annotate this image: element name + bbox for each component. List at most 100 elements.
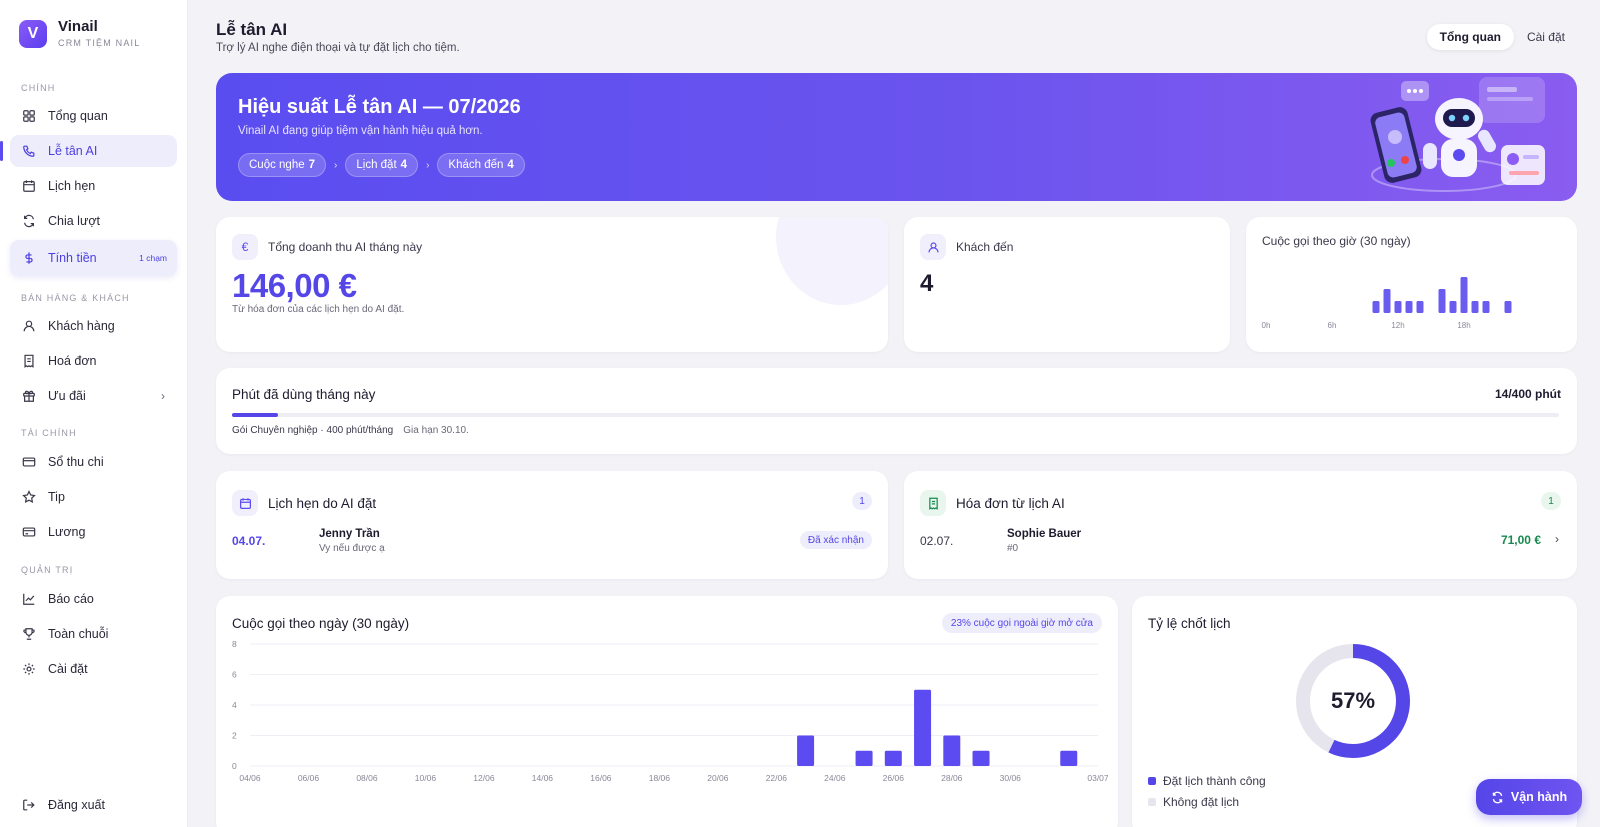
tab-overview[interactable]: Tổng quan <box>1426 24 1514 50</box>
x-tick-label: 18/06 <box>649 773 671 783</box>
sidebar-item-label: Sổ thu chi <box>48 455 104 469</box>
status-badge: Đã xác nhận <box>799 531 872 549</box>
stat-value: 7 <box>308 159 316 171</box>
phone-icon <box>22 144 36 158</box>
tab-settings[interactable]: Cài đặt <box>1514 24 1578 50</box>
operate-label: Vận hành <box>1510 790 1568 804</box>
daily-calls-card: Cuộc gọi theo ngày (30 ngày) 23% cuộc gọ… <box>216 596 1118 827</box>
sidebar-item-label: Ưu đãi <box>48 389 86 403</box>
chart-line-icon <box>22 592 36 606</box>
stat-chip-bookings: Lịch đặt 4 <box>345 153 419 177</box>
chevron-right-icon[interactable]: › <box>1555 532 1559 546</box>
vinail-logo-icon: V <box>19 19 47 48</box>
x-tick-label: 28/06 <box>941 773 963 783</box>
sidebar-item-appointments[interactable]: Lịch hẹn <box>10 170 177 202</box>
sidebar-item-chain[interactable]: Toàn chuỗi <box>10 618 177 650</box>
revenue-value: 146,00 € <box>232 267 357 304</box>
hourly-bar <box>1449 301 1457 313</box>
hourly-bar <box>1394 301 1402 313</box>
sidebar-item-ledger[interactable]: Sổ thu chi <box>10 446 177 478</box>
after-hours-badge: 23% cuộc gọi ngoài giờ mở cửa <box>941 613 1102 633</box>
sidebar-item-ai-receptionist[interactable]: Lễ tân AI <box>0 135 177 167</box>
section-label-sales: BÁN HÀNG & KHÁCH <box>21 293 130 303</box>
stat-value: 4 <box>507 159 514 171</box>
brand[interactable]: V Vinail CRM TIỆM NAIL <box>19 18 140 49</box>
hourly-tick-label: 6h <box>1328 321 1337 330</box>
hourly-bar <box>1471 301 1479 313</box>
sidebar-item-overview[interactable]: Tổng quan <box>10 100 177 132</box>
x-tick-label: 10/06 <box>415 773 437 783</box>
x-tick-label: 22/06 <box>766 773 788 783</box>
sidebar-item-checkout[interactable]: Tính tiền 1 chạm <box>10 240 177 276</box>
user-icon <box>920 234 946 260</box>
logout-label: Đăng xuất <box>48 798 105 812</box>
daily-bar <box>797 735 815 766</box>
daily-bar <box>914 689 932 766</box>
receipt-icon <box>22 354 36 368</box>
refresh-icon <box>22 214 36 228</box>
user-icon <box>22 319 36 333</box>
stat-chip-calls: Cuộc nghe 7 <box>238 153 327 177</box>
logout-button[interactable]: Đăng xuất <box>10 789 177 821</box>
invoice-customer: Sophie Bauer <box>1007 528 1082 540</box>
revenue-card: € Tổng doanh thu AI tháng này 146,00 € T… <box>216 217 888 352</box>
ai-invoices-card: Hóa đơn từ lịch AI 1 02.07. Sophie Bauer… <box>904 471 1577 579</box>
minutes-title: Phút đã dùng tháng này <box>232 387 376 402</box>
x-tick-label: 12/06 <box>473 773 495 783</box>
wallet-icon <box>22 455 36 469</box>
x-tick-label: 04/06 <box>239 773 261 783</box>
calendar-icon <box>232 490 258 516</box>
sidebar-item-label: Tính tiền <box>48 251 97 265</box>
stat-label: Khách đến <box>448 159 504 171</box>
one-tap-badge: 1 chạm <box>139 253 167 263</box>
sidebar-item-turns[interactable]: Chia lượt <box>10 205 177 237</box>
sidebar-item-invoices[interactable]: Hoá đơn <box>10 345 177 377</box>
sidebar-item-label: Hoá đơn <box>48 354 97 368</box>
hourly-calls-title: Cuộc gọi theo giờ (30 ngày) <box>1262 234 1411 248</box>
sidebar-item-reports[interactable]: Báo cáo <box>10 583 177 615</box>
sidebar-item-tip[interactable]: Tip <box>10 481 177 513</box>
hourly-bar <box>1438 289 1446 313</box>
invoices-count-badge: 1 <box>1541 492 1561 510</box>
hourly-bar <box>1482 301 1490 313</box>
daily-calls-title: Cuộc gọi theo ngày (30 ngày) <box>232 616 410 631</box>
section-label-finance: TÀI CHÍNH <box>21 428 77 438</box>
sidebar-item-promotions[interactable]: Ưu đãi › <box>10 380 177 412</box>
appointment-date: 04.07. <box>232 534 266 548</box>
invoice-number: #0 <box>1007 543 1019 554</box>
stat-label: Cuộc nghe <box>249 159 305 171</box>
sidebar-item-payroll[interactable]: Lương <box>10 516 177 548</box>
operate-button[interactable]: Vận hành <box>1476 779 1582 815</box>
legend-label: Đặt lịch thành công <box>1163 774 1266 788</box>
invoice-date: 02.07. <box>920 534 954 548</box>
appointment-customer: Jenny Trần <box>319 528 380 540</box>
plan-name: Gói Chuyên nghiệp · 400 phút/tháng <box>232 425 394 436</box>
chevron-right-icon: › <box>161 389 165 403</box>
legend-item-booked: Đặt lịch thành công <box>1148 774 1266 788</box>
daily-bar <box>855 750 873 766</box>
decorative-circle <box>776 217 888 305</box>
sidebar-item-label: Báo cáo <box>48 592 94 606</box>
hourly-tick-label: 12h <box>1391 321 1404 330</box>
hourly-calls-card: Cuộc gọi theo giờ (30 ngày) 0h 6h 12h 18h <box>1246 217 1577 352</box>
sidebar-item-label: Chia lượt <box>48 214 100 228</box>
daily-bar <box>884 750 902 766</box>
daily-calls-chart: 0 2 4 6 8 04/06 06/06 08/06 10/06 12/06 14/06 16/06… <box>232 640 1108 783</box>
view-tabs: Tổng quan Cài đặt <box>1426 24 1578 50</box>
sidebar-item-settings[interactable]: Cài đặt <box>10 653 177 685</box>
minutes-progress-bar <box>232 413 1559 417</box>
robot-illustration-icon <box>1370 77 1545 192</box>
sidebar-item-label: Lễ tân AI <box>48 144 98 158</box>
grid-icon <box>22 109 36 123</box>
sidebar-item-label: Cài đặt <box>48 662 88 676</box>
invoices-title: Hóa đơn từ lịch AI <box>956 495 1065 511</box>
euro-icon: € <box>232 234 258 260</box>
y-tick-label: 6 <box>232 670 237 680</box>
x-tick-label: 20/06 <box>707 773 729 783</box>
stat-label: Lịch đặt <box>356 159 397 171</box>
legend-swatch <box>1148 798 1156 806</box>
sidebar-item-customers[interactable]: Khách hàng <box>10 310 177 342</box>
sidebar-item-label: Tổng quan <box>48 109 108 123</box>
hourly-bar <box>1405 301 1413 313</box>
section-label-admin: QUẢN TRỊ <box>21 565 74 575</box>
